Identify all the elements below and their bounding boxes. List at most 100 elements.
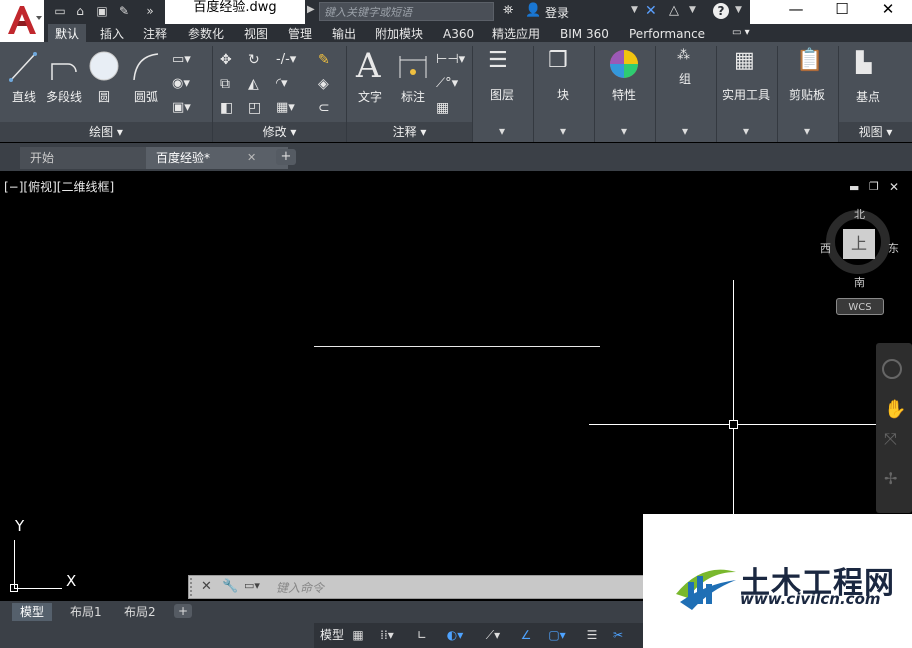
fillet-icon[interactable]: ◜▾: [276, 76, 288, 91]
file-tab-drawing[interactable]: 百度经验*: [146, 147, 288, 169]
scale-icon[interactable]: ◰: [248, 100, 261, 116]
chevron-down-icon[interactable]: ▼: [689, 5, 696, 15]
tab-manage[interactable]: 管理: [281, 24, 319, 44]
a360-icon[interactable]: △: [669, 3, 679, 18]
copy-icon[interactable]: ⧉: [220, 76, 230, 92]
offset-icon[interactable]: ⊂: [318, 100, 330, 116]
model-space-button[interactable]: 模型: [319, 627, 345, 643]
array-icon[interactable]: ▦▾: [276, 100, 295, 115]
clipboard-tool[interactable]: 剪贴板: [787, 86, 827, 103]
ortho-icon[interactable]: ∟: [414, 627, 430, 643]
object-snap-tracking-icon[interactable]: ∠: [516, 627, 536, 643]
pan-hand-icon[interactable]: ✋: [884, 399, 906, 420]
properties-tool[interactable]: 特性: [610, 86, 638, 103]
view-panel-title[interactable]: 视图 ▾: [839, 122, 912, 142]
command-prompt-icon[interactable]: ▭▾: [244, 579, 260, 592]
compass-north[interactable]: 北: [854, 206, 865, 222]
stretch-icon[interactable]: ◧: [220, 100, 233, 116]
new-tab-icon[interactable]: +: [276, 149, 296, 165]
tab-output[interactable]: 输出: [325, 24, 363, 44]
tab-featured-apps[interactable]: 精选应用: [485, 24, 547, 44]
orbit-icon[interactable]: ✢: [884, 469, 897, 488]
viewport-restore-icon[interactable]: ❐: [869, 180, 879, 193]
chevron-down-icon[interactable]: ▾: [795, 124, 819, 138]
leader-icon[interactable]: ⟋°▾: [436, 76, 458, 91]
compass-west[interactable]: 西: [820, 240, 831, 256]
tab-layout2[interactable]: 布局2: [116, 603, 164, 621]
snap-icon[interactable]: ⁞⁞▾: [372, 627, 402, 643]
open-file-icon[interactable]: ⌂: [72, 4, 88, 18]
rotate-icon[interactable]: ↻: [248, 52, 260, 68]
minimize-button[interactable]: —: [773, 0, 819, 24]
explode-icon[interactable]: ◈: [318, 76, 329, 92]
wcs-menu[interactable]: WCS: [836, 298, 884, 315]
tab-view[interactable]: 视图: [237, 24, 275, 44]
compass-south[interactable]: 南: [854, 274, 865, 290]
circle-tool[interactable]: 圆: [94, 88, 114, 105]
login-link[interactable]: 登录: [545, 4, 569, 21]
viewcube-top-face[interactable]: 上: [843, 229, 875, 259]
group-tool[interactable]: 组: [676, 70, 694, 87]
tab-model[interactable]: 模型: [12, 603, 53, 621]
rectangle-icon[interactable]: ▭▾: [172, 52, 191, 67]
tab-a360[interactable]: A360: [436, 24, 481, 44]
viewport-minimize-icon[interactable]: ▬: [849, 181, 859, 194]
grid-icon[interactable]: ▦: [350, 627, 366, 643]
chevron-down-icon[interactable]: ▾: [612, 124, 636, 138]
tab-parametric[interactable]: 参数化: [181, 24, 231, 44]
chevron-down-icon[interactable]: ▼: [735, 5, 742, 15]
isodraft-icon[interactable]: ⟋▾: [478, 627, 508, 643]
close-button[interactable]: ✕: [865, 0, 911, 24]
exchange-icon[interactable]: ✕: [645, 3, 657, 19]
chevron-down-icon[interactable]: ▾: [673, 124, 697, 138]
move-icon[interactable]: ✥: [220, 52, 232, 68]
linear-dim-icon[interactable]: ⊢⊣▾: [436, 52, 465, 67]
line-tool[interactable]: 直线: [8, 88, 40, 105]
viewport-controls[interactable]: [−][俯视][二维线框]: [4, 178, 114, 195]
close-tab-icon[interactable]: ✕: [247, 151, 256, 164]
save-icon[interactable]: ▣: [94, 4, 110, 18]
erase-icon[interactable]: ✎: [318, 52, 330, 68]
polar-tracking-icon[interactable]: ◐▾: [440, 627, 470, 643]
base-point-tool[interactable]: 基点: [854, 88, 882, 105]
transparency-icon[interactable]: ✂: [608, 627, 628, 643]
ribbon-toggle-icon[interactable]: ▭ ▾: [732, 27, 762, 41]
new-file-icon[interactable]: ▭: [52, 4, 68, 18]
utilities-tool[interactable]: 实用工具: [720, 86, 772, 103]
steering-wheel-icon[interactable]: [882, 359, 902, 379]
layers-tool[interactable]: 图层: [488, 86, 516, 103]
text-tool[interactable]: 文字: [356, 88, 384, 105]
binoculars-icon[interactable]: ⛯: [503, 3, 513, 18]
draw-panel-title[interactable]: 绘图 ▾: [0, 122, 212, 142]
chevron-down-icon[interactable]: ▾: [734, 124, 758, 138]
tab-insert[interactable]: 插入: [93, 24, 131, 44]
tab-layout1[interactable]: 布局1: [62, 603, 110, 621]
tab-bim360[interactable]: BIM 360: [553, 24, 616, 44]
add-layout-icon[interactable]: +: [174, 604, 192, 618]
drawn-line[interactable]: [314, 346, 600, 347]
help-icon[interactable]: ?: [713, 3, 729, 19]
annotation-panel-title[interactable]: 注释 ▾: [347, 122, 472, 142]
osnap-icon[interactable]: ▢▾: [540, 627, 574, 643]
wrench-icon[interactable]: 🔧: [222, 579, 238, 594]
tab-annotate[interactable]: 注释: [136, 24, 174, 44]
dimension-tool[interactable]: 标注: [398, 88, 428, 105]
save-as-icon[interactable]: ✎: [116, 4, 132, 18]
tab-home[interactable]: 默认: [48, 24, 87, 44]
tab-performance[interactable]: Performance: [622, 24, 712, 44]
command-input[interactable]: 键入命令: [276, 579, 324, 596]
trim-icon[interactable]: -/-▾: [276, 52, 296, 67]
search-input[interactable]: 键入关键字或短语: [319, 2, 494, 21]
more-icon[interactable]: »: [142, 4, 158, 18]
application-menu-button[interactable]: [0, 0, 44, 42]
boundary-icon[interactable]: ▣▾: [172, 100, 191, 115]
lineweight-icon[interactable]: ☰: [582, 627, 602, 643]
polyline-tool[interactable]: 多段线: [44, 88, 84, 105]
viewport-close-icon[interactable]: ✕: [889, 180, 899, 194]
mirror-icon[interactable]: ◭: [248, 76, 259, 92]
hatch-icon[interactable]: ◉▾: [172, 76, 190, 91]
command-line-grip[interactable]: [190, 578, 198, 596]
chevron-right-icon[interactable]: ▶: [307, 4, 315, 15]
block-tool[interactable]: 块: [553, 86, 573, 103]
modify-panel-title[interactable]: 修改 ▾: [213, 122, 346, 142]
